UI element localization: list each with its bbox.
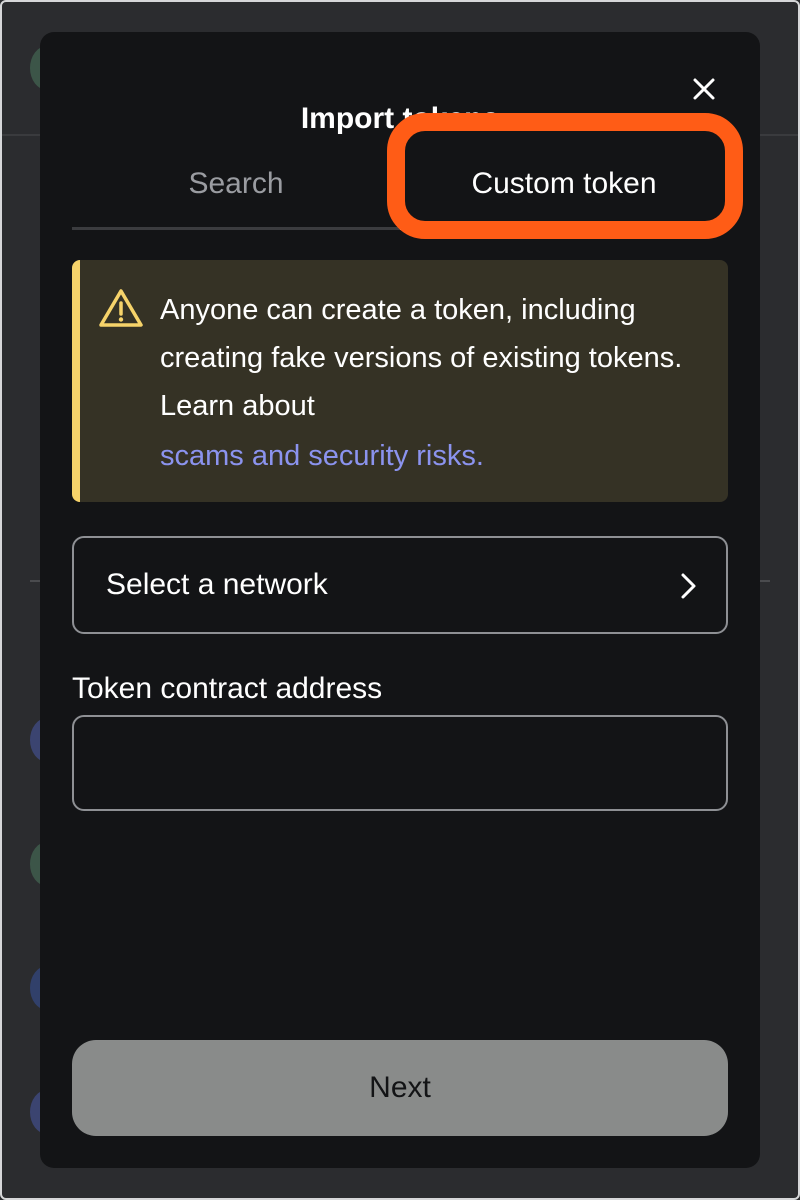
warning-message: Anyone can create a token, including cre… [160, 294, 683, 422]
tab-search[interactable]: Search [72, 160, 400, 230]
network-select-label: Select a network [106, 568, 328, 601]
custom-token-highlight-annotation [387, 113, 743, 239]
warning-accent-stripe [72, 260, 80, 502]
close-icon [693, 78, 715, 100]
next-button[interactable]: Next [72, 1040, 728, 1136]
contract-address-label: Token contract address [72, 672, 383, 705]
background-divider [30, 580, 40, 582]
network-select[interactable]: Select a network [72, 536, 728, 634]
contract-address-input[interactable] [72, 715, 728, 811]
chevron-right-icon [681, 573, 696, 599]
close-button[interactable] [690, 75, 718, 103]
warning-banner: Anyone can create a token, including cre… [72, 260, 728, 502]
warning-triangle-icon [99, 289, 143, 327]
background-divider [760, 580, 770, 582]
scams-security-risks-link[interactable]: scams and security risks. [160, 432, 484, 480]
